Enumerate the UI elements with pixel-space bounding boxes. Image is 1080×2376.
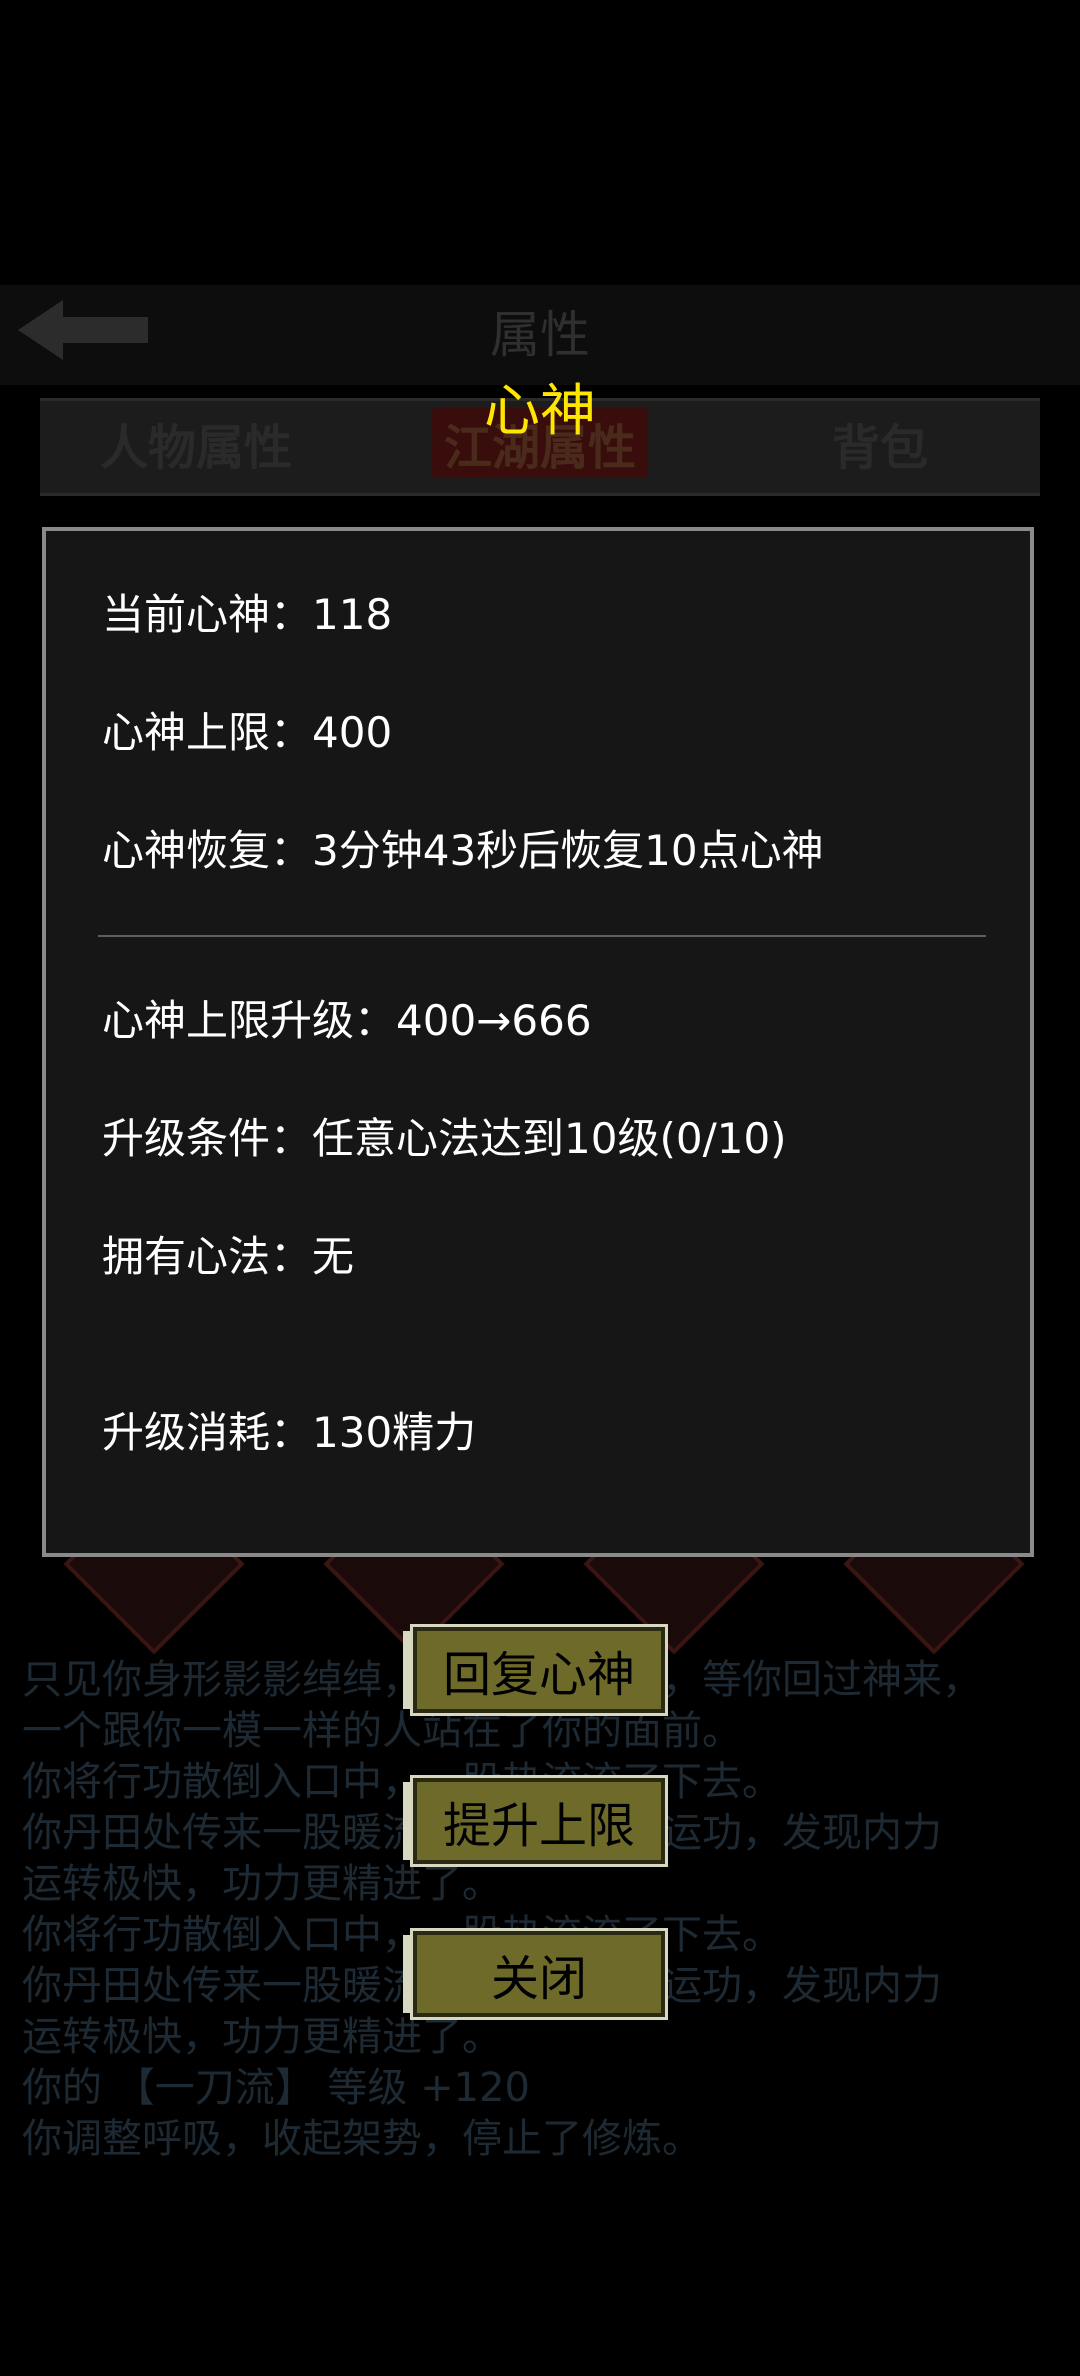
row-value: 130精力 xyxy=(312,1408,477,1457)
row-label: 升级条件： xyxy=(102,1114,313,1163)
row-value: 任意心法达到10级(0/10) xyxy=(312,1114,787,1163)
row-value: 400→666 xyxy=(396,996,592,1045)
row-value: 无 xyxy=(312,1232,355,1281)
restore-xinshen-button[interactable]: 回复心神 xyxy=(403,1624,668,1716)
row-label: 心神恢复： xyxy=(102,826,313,875)
log-line: 你调整呼吸，收起架势，停止了修炼。 xyxy=(22,2116,702,2162)
close-button[interactable]: 关闭 xyxy=(403,1928,668,2020)
xinshen-max-row: 心神上限：400 xyxy=(102,699,392,760)
row-label: 拥有心法： xyxy=(102,1232,313,1281)
xinshen-dialog: 当前心神：118 心神上限：400 心神恢复：3分钟43秒后恢复10点心神 心神… xyxy=(42,527,1034,1557)
button-label: 关闭 xyxy=(490,1951,587,2007)
button-label: 提升上限 xyxy=(442,1798,635,1854)
row-value: 400 xyxy=(312,708,393,757)
xinshen-recovery-row: 心神恢复：3分钟43秒后恢复10点心神 xyxy=(102,817,824,878)
row-label: 心神上限升级： xyxy=(102,996,397,1045)
row-label: 心神上限： xyxy=(102,708,313,757)
bg-header-title: 属性 xyxy=(490,306,590,364)
raise-limit-button[interactable]: 提升上限 xyxy=(403,1775,668,1867)
log-line: 你的 【一刀流】 等级 +120 xyxy=(22,2065,531,2111)
owned-xinfa-row: 拥有心法：无 xyxy=(102,1223,354,1284)
button-label: 回复心神 xyxy=(442,1647,635,1703)
row-value: 3分钟43秒后恢复10点心神 xyxy=(312,826,824,875)
row-label: 升级消耗： xyxy=(102,1408,313,1457)
current-xinshen-row: 当前心神：118 xyxy=(102,581,392,642)
upgrade-cost-row: 升级消耗：130精力 xyxy=(102,1399,476,1460)
divider xyxy=(98,935,986,937)
upgrade-condition-row: 升级条件：任意心法达到10级(0/10) xyxy=(102,1105,787,1166)
bg-message-log: 只见你身形影影绰绰，让人捉摸不定，等你回过神来， 一个跟你一模一样的人站在了你的… xyxy=(22,1655,1062,2165)
row-label: 当前心神： xyxy=(102,590,313,639)
row-value: 118 xyxy=(312,590,393,639)
dialog-title: 心神 xyxy=(484,379,596,444)
max-upgrade-row: 心神上限升级：400→666 xyxy=(102,987,592,1048)
